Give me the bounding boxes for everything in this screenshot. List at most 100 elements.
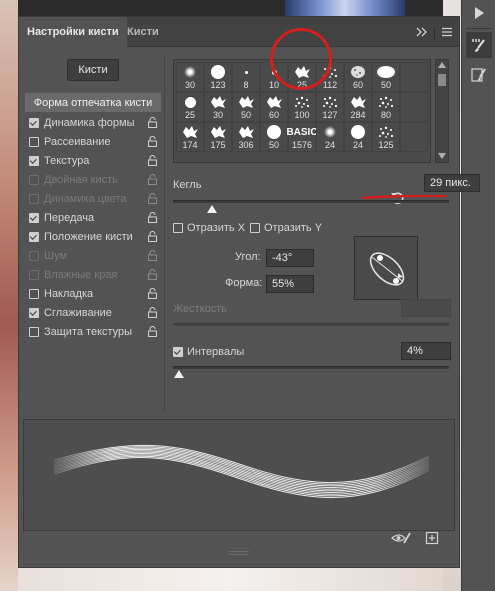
grid-scrollbar[interactable] — [435, 59, 449, 163]
spacing-box[interactable] — [173, 347, 183, 357]
double-chevron-right-icon[interactable] — [416, 26, 428, 40]
settings-item[interactable]: Положение кисти — [25, 227, 161, 246]
settings-item[interactable]: Двойная кисть — [25, 170, 161, 189]
brush-preset[interactable]: 50 — [372, 62, 400, 92]
brush-preset[interactable]: 25 — [176, 92, 204, 122]
brush-preset[interactable]: 60 — [344, 62, 372, 92]
settings-item[interactable]: Передача — [25, 208, 161, 227]
lock-icon[interactable] — [148, 230, 157, 242]
brush-preset[interactable]: 30 — [204, 92, 232, 122]
settings-item-checkbox[interactable] — [29, 117, 39, 128]
brush-preset[interactable]: 8 — [232, 62, 260, 92]
spacing-checkbox[interactable]: Интервалы — [173, 346, 244, 358]
brush-preset[interactable]: 80 — [372, 92, 400, 122]
lock-icon[interactable] — [148, 287, 157, 299]
spacing-slider-handle[interactable] — [173, 370, 184, 378]
size-slider-handle[interactable] — [206, 205, 217, 213]
brush-preset[interactable]: 50 — [232, 92, 260, 122]
hamburger-menu-icon[interactable] — [441, 26, 453, 40]
brushes-button[interactable]: Кисти — [67, 59, 119, 81]
lock-icon[interactable] — [148, 211, 157, 223]
settings-item-brush-tip-shape[interactable]: Форма отпечатка кисти — [25, 93, 161, 112]
angle-field[interactable]: -43° — [266, 249, 314, 267]
roundness-label: Форма: — [225, 277, 263, 289]
brush-preset-swatch — [404, 65, 424, 79]
brush-preset-swatch — [208, 65, 228, 79]
settings-item[interactable]: Текстура — [25, 151, 161, 170]
brush-preset-size: 112 — [322, 80, 338, 90]
brush-preset[interactable]: 100 — [288, 92, 316, 122]
brush-preset[interactable]: 24 — [316, 122, 344, 152]
settings-item[interactable]: Шум — [25, 246, 161, 265]
brush-settings-icon[interactable] — [466, 32, 492, 58]
brush-preset-size: 24 — [324, 140, 335, 150]
settings-item-checkbox[interactable] — [29, 231, 39, 242]
lock-icon[interactable] — [148, 173, 157, 185]
lock-icon[interactable] — [148, 154, 157, 166]
brush-preset-swatch — [348, 65, 368, 79]
tab-brush-settings[interactable]: Настройки кисти — [19, 17, 127, 47]
settings-item-checkbox[interactable] — [29, 288, 39, 299]
lock-icon[interactable] — [148, 325, 157, 337]
settings-item[interactable]: Защита текстуры — [25, 322, 161, 341]
play-icon[interactable] — [466, 0, 492, 26]
flip-y-checkbox[interactable]: Отразить Y — [250, 222, 322, 234]
spacing-label: Интервалы — [187, 346, 245, 358]
brush-preset[interactable]: 24 — [344, 122, 372, 152]
settings-item-checkbox[interactable] — [29, 326, 39, 337]
new-preset-icon[interactable] — [425, 531, 439, 548]
lock-icon[interactable] — [148, 135, 157, 147]
brush-preset-swatch — [180, 65, 200, 79]
spacing-slider-track[interactable] — [173, 366, 449, 369]
spacing-field[interactable]: 4% — [401, 342, 451, 360]
brush-preset[interactable]: 125 — [372, 122, 400, 152]
size-field[interactable]: 29 пикс. — [424, 174, 480, 192]
brush-preset[interactable]: BASIC 1576 — [286, 122, 318, 152]
flip-x-box[interactable] — [173, 223, 183, 233]
settings-item[interactable]: Рассеивание — [25, 132, 161, 151]
scroll-down-icon[interactable] — [438, 153, 446, 159]
brush-preset[interactable]: 175 — [204, 122, 232, 152]
brush-preset[interactable]: 123 — [204, 62, 232, 92]
scroll-thumb[interactable] — [438, 74, 446, 86]
brushes-icon[interactable] — [466, 62, 492, 88]
settings-item[interactable]: Динамика формы — [25, 113, 161, 132]
settings-item-checkbox[interactable] — [29, 307, 39, 318]
settings-item[interactable]: Динамика цвета — [25, 189, 161, 208]
lock-icon[interactable] — [148, 306, 157, 318]
settings-item-checkbox[interactable] — [29, 155, 39, 166]
lock-icon[interactable] — [148, 249, 157, 261]
flip-y-box[interactable] — [250, 223, 260, 233]
brush-preset[interactable]: 284 — [344, 92, 372, 122]
settings-item-checkbox[interactable] — [29, 212, 39, 223]
brush-preset[interactable]: 306 — [232, 122, 260, 152]
scroll-up-icon[interactable] — [438, 62, 446, 68]
roundness-field[interactable]: 55% — [266, 275, 314, 293]
brush-preset[interactable]: 127 — [316, 92, 344, 122]
brush-preset[interactable]: 30 — [176, 62, 204, 92]
settings-item-checkbox[interactable] — [29, 269, 39, 280]
size-slider-track[interactable] — [173, 200, 449, 203]
settings-item-label: Накладка — [44, 287, 94, 300]
brush-preset[interactable]: 50 — [260, 122, 288, 152]
tab-brushes[interactable]: Кисти — [119, 17, 167, 47]
eye-brush-icon[interactable] — [391, 531, 411, 548]
basic-brush-label: BASIC — [286, 126, 318, 138]
settings-item-checkbox[interactable] — [29, 136, 39, 147]
red-annotation-underline — [362, 195, 446, 199]
settings-item-checkbox[interactable] — [29, 250, 39, 261]
settings-item-checkbox[interactable] — [29, 193, 39, 204]
brush-preset[interactable]: 174 — [176, 122, 204, 152]
lock-icon[interactable] — [148, 192, 157, 204]
lock-icon[interactable] — [148, 116, 157, 128]
settings-item[interactable]: Влажные края — [25, 265, 161, 284]
panel-resize-grip[interactable] — [229, 551, 249, 555]
brush-preset[interactable]: 60 — [260, 92, 288, 122]
settings-item-checkbox[interactable] — [29, 174, 39, 185]
flip-x-checkbox[interactable]: Отразить X — [173, 222, 245, 234]
brush-preset-swatch — [348, 125, 368, 139]
settings-item[interactable]: Сглаживание — [25, 303, 161, 322]
lock-icon[interactable] — [148, 268, 157, 280]
settings-item[interactable]: Накладка — [25, 284, 161, 303]
brush-angle-preview[interactable] — [354, 236, 418, 300]
